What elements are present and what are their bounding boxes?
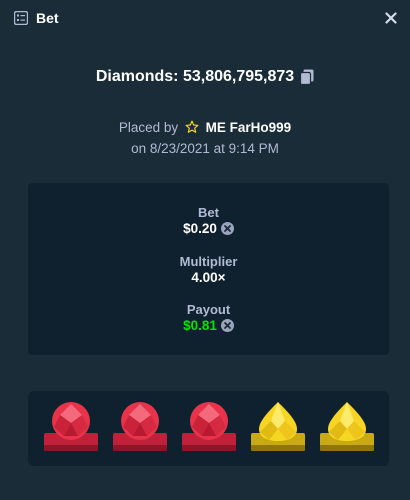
yellow-gem-icon <box>250 401 305 451</box>
gem-tile <box>318 399 376 459</box>
yellow-gem-icon <box>319 401 374 451</box>
bet-stat: Bet $0.20 <box>28 205 389 238</box>
bet-amount-value: $0.20 <box>183 221 217 236</box>
copy-icon[interactable] <box>300 69 314 86</box>
multiplier-value: 4.00× <box>191 270 226 285</box>
payout-stat: Payout $0.81 <box>28 302 389 335</box>
red-gem-icon <box>43 401 98 451</box>
bet-list-icon <box>13 10 29 26</box>
currency-icon <box>220 222 234 235</box>
multiplier-stat: Multiplier 4.00× <box>28 254 389 287</box>
placed-info: Placed by ME FarHo999 on 8/23/2021 at 9:… <box>0 117 410 159</box>
close-icon[interactable] <box>382 9 400 27</box>
red-gem-icon <box>112 401 167 451</box>
red-gem-icon <box>181 401 236 451</box>
gem-tile <box>42 399 100 459</box>
modal-title: Bet <box>36 10 59 26</box>
placed-by-label: Placed by <box>118 120 179 135</box>
bet-label: Bet <box>198 205 219 220</box>
bet-stats-panel: Bet $0.20 Multiplier 4.00× Payout $0.81 <box>28 183 389 355</box>
bet-amount: $0.20 <box>183 220 234 237</box>
payout-label: Payout <box>186 302 231 317</box>
payout-amount: $0.81 <box>183 317 234 334</box>
gem-tile <box>111 399 169 459</box>
username-link[interactable]: ME FarHo999 <box>206 120 292 135</box>
payout-amount-value: $0.81 <box>183 318 217 333</box>
bet-id-text: Diamonds: 53,806,795,873 <box>95 68 295 85</box>
gem-tile <box>180 399 238 459</box>
gem-tile <box>249 399 307 459</box>
placed-date: on 8/23/2021 at 9:14 PM <box>131 141 279 156</box>
multiplier-label: Multiplier <box>179 254 238 269</box>
star-icon <box>185 119 199 133</box>
currency-icon <box>220 319 234 332</box>
modal-header: Bet <box>0 0 410 36</box>
gems-result-panel <box>28 391 389 466</box>
placed-by-line: Placed by ME FarHo999 <box>0 117 410 138</box>
bet-id: Diamonds: 53,806,795,873 <box>0 66 410 88</box>
